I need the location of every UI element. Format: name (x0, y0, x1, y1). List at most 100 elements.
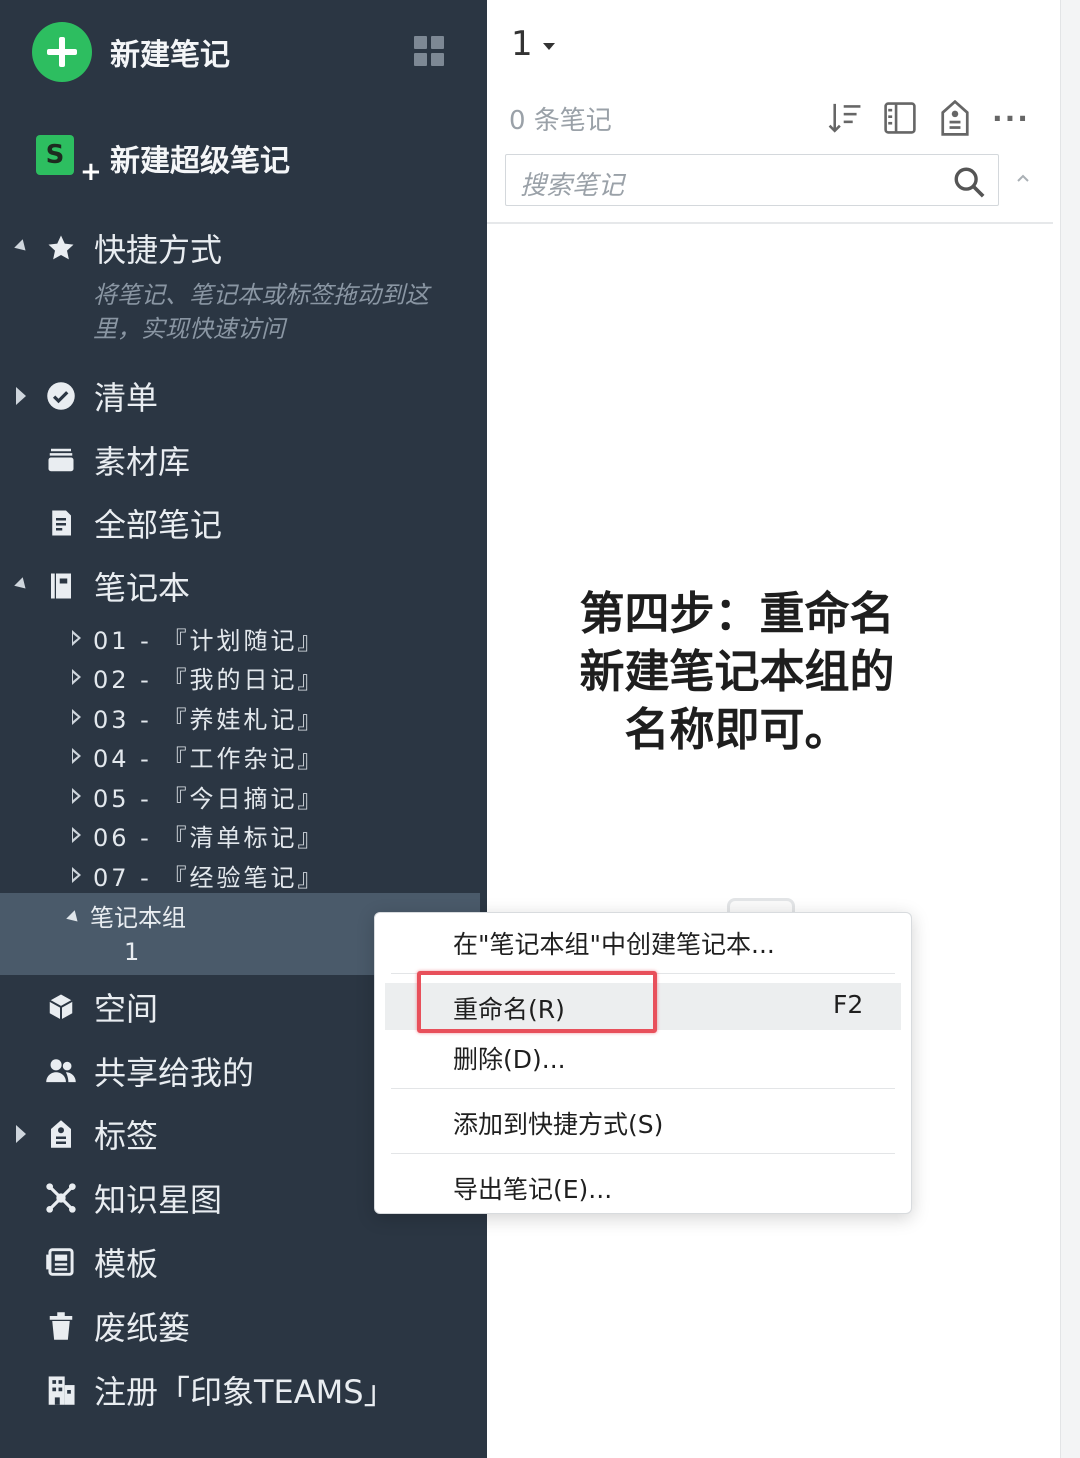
notebook-item[interactable]: 06 - 『清单标记』 (64, 816, 324, 854)
notebook-item[interactable]: 02 - 『我的日记』 (64, 658, 324, 696)
sidebar-item-tags[interactable]: 标签 (0, 1110, 158, 1158)
highlight-annotation-box (417, 971, 657, 1033)
notebook-title-dropdown[interactable]: 1 (511, 24, 555, 64)
notebook-label: 07 - 『经验笔记』 (93, 863, 325, 892)
note-list-panel: 1 0 条笔记 ··· 搜索笔记 第四步：重命名新建笔记本组的名称即可。 (487, 0, 1060, 1458)
sidebar-item-label: 模板 (94, 1245, 159, 1283)
sidebar-item-notebooks[interactable]: 笔记本 (0, 562, 190, 610)
sidebar-item-label: 知识星图 (94, 1181, 223, 1219)
notebook-item[interactable]: 07 - 『经验笔记』 (64, 856, 324, 894)
new-super-note-label: 新建超级笔记 (110, 144, 290, 179)
check-circle-icon (44, 379, 78, 413)
search-input[interactable]: 搜索笔记 (505, 154, 999, 206)
more-icon[interactable]: ··· (991, 98, 1031, 138)
sidebar-item-library[interactable]: 素材库 (0, 436, 190, 484)
menu-shortcut-rename: F2 (833, 990, 864, 1019)
sidebar-item-label: 笔记本 (94, 569, 191, 607)
chevron-right-icon[interactable] (72, 669, 81, 685)
notebook-group-label: 笔记本组 (90, 903, 186, 932)
sidebar-item-trash[interactable]: 废纸篓 (0, 1302, 190, 1350)
sidebar-item-knowledge-graph[interactable]: 知识星图 (0, 1174, 222, 1222)
new-super-note-button[interactable]: S + 新建超级笔记 (36, 130, 290, 187)
chevron-up-icon[interactable] (1015, 170, 1031, 186)
notebook-label: 03 - 『养娃札记』 (93, 705, 325, 734)
notebook-item[interactable]: 05 - 『今日摘记』 (64, 777, 324, 815)
sidebar-item-label: 标签 (94, 1117, 159, 1155)
view-toggle-icon[interactable] (880, 98, 920, 138)
sidebar-item-all-notes[interactable]: 全部笔记 (0, 499, 222, 547)
notebook-icon (44, 569, 78, 603)
chevron-right-icon[interactable] (0, 1110, 44, 1158)
notebook-label: 06 - 『清单标记』 (93, 823, 325, 852)
chevron-right-icon[interactable] (72, 867, 81, 883)
sidebar-item-shortcuts[interactable]: 快捷方式 (0, 224, 222, 272)
chevron-right-icon[interactable] (72, 748, 81, 764)
sidebar-item-label: 废纸篓 (94, 1309, 191, 1347)
cube-icon (44, 990, 78, 1024)
users-icon (44, 1054, 78, 1088)
template-icon (44, 1245, 78, 1279)
grid-icon[interactable] (414, 36, 444, 66)
plus-circle-icon (32, 22, 92, 82)
step-annotation: 第四步：重命名新建笔记本组的名称即可。 (579, 587, 895, 756)
tag-icon (44, 1117, 78, 1151)
editor-edge (1060, 0, 1080, 1458)
chevron-down-icon[interactable] (0, 562, 44, 610)
super-note-icon-letter: S (36, 135, 74, 175)
notebook-item[interactable]: 04 - 『工作杂记』 (64, 737, 324, 775)
building-icon (44, 1373, 78, 1407)
sidebar-item-label: 快捷方式 (94, 231, 223, 269)
sidebar-item-shared[interactable]: 共享给我的 (0, 1047, 254, 1095)
sidebar-item-label: 空间 (94, 990, 159, 1028)
menu-divider (391, 1153, 895, 1154)
note-icon (44, 506, 78, 540)
divider (487, 222, 1053, 224)
note-count: 0 条笔记 (509, 106, 612, 136)
notebook-label: 01 - 『计划随记』 (93, 626, 325, 655)
super-note-icon: S + (36, 135, 102, 187)
sidebar-item-templates[interactable]: 模板 (0, 1238, 158, 1286)
chevron-right-icon[interactable] (72, 709, 81, 725)
chevron-right-icon[interactable] (72, 630, 81, 646)
notebook-group-item[interactable]: 笔记本组 (66, 897, 186, 933)
new-note-button[interactable]: 新建笔记 (32, 22, 230, 82)
search-icon[interactable] (952, 165, 986, 199)
notebook-item[interactable]: 03 - 『养娃札记』 (64, 698, 324, 736)
menu-item-add-shortcut[interactable]: 添加到快捷方式(S) (453, 1105, 663, 1141)
tag-filter-icon[interactable] (935, 98, 975, 138)
sidebar-item-label: 清单 (94, 379, 159, 417)
notebook-title: 1 (511, 24, 533, 64)
search-placeholder: 搜索笔记 (520, 171, 625, 201)
chevron-right-icon[interactable] (0, 372, 44, 420)
sort-icon[interactable] (825, 98, 865, 138)
context-menu: 在"笔记本组"中创建笔记本... 重命名(R) F2 删除(D)... 添加到快… (374, 912, 912, 1214)
sidebar-item-label: 共享给我的 (94, 1054, 255, 1092)
sidebar-item-register-teams[interactable]: 注册「印象TEAMS」 (0, 1366, 396, 1414)
super-note-icon-plus: + (80, 157, 102, 187)
sidebar-item-spaces[interactable]: 空间 (0, 983, 158, 1031)
menu-divider (391, 1088, 895, 1089)
notebook-label: 02 - 『我的日记』 (93, 665, 325, 694)
sidebar: 新建笔记 S + 新建超级笔记 快捷方式 将笔记、笔记本或标签拖动到这里，实现快… (0, 0, 487, 1458)
sidebar-item-checklist[interactable]: 清单 (0, 372, 158, 420)
trash-icon (44, 1309, 78, 1343)
sidebar-item-label: 注册「印象TEAMS」 (94, 1373, 396, 1411)
caret-down-icon (542, 42, 555, 50)
shortcuts-hint: 将笔记、笔记本或标签拖动到这里，实现快速访问 (93, 281, 429, 343)
sidebar-item-label: 全部笔记 (94, 506, 223, 544)
sidebar-item-label: 素材库 (94, 443, 191, 481)
new-note-label: 新建笔记 (110, 38, 230, 73)
menu-item-create-notebook-in-group[interactable]: 在"笔记本组"中创建笔记本... (453, 925, 775, 961)
menu-item-delete[interactable]: 删除(D)... (453, 1040, 566, 1076)
chevron-down-icon[interactable] (66, 910, 82, 926)
notebook-label: 05 - 『今日摘记』 (93, 784, 325, 813)
notebook-item[interactable]: 01 - 『计划随记』 (64, 619, 324, 657)
notebook-label: 04 - 『工作杂记』 (93, 744, 325, 773)
chevron-down-icon[interactable] (0, 224, 44, 272)
graph-icon (44, 1181, 78, 1215)
stack-icon (44, 443, 78, 477)
menu-item-export[interactable]: 导出笔记(E)... (453, 1170, 612, 1206)
chevron-right-icon[interactable] (72, 788, 81, 804)
chevron-right-icon[interactable] (72, 827, 81, 843)
notebook-group-child[interactable]: 1 (124, 938, 139, 966)
